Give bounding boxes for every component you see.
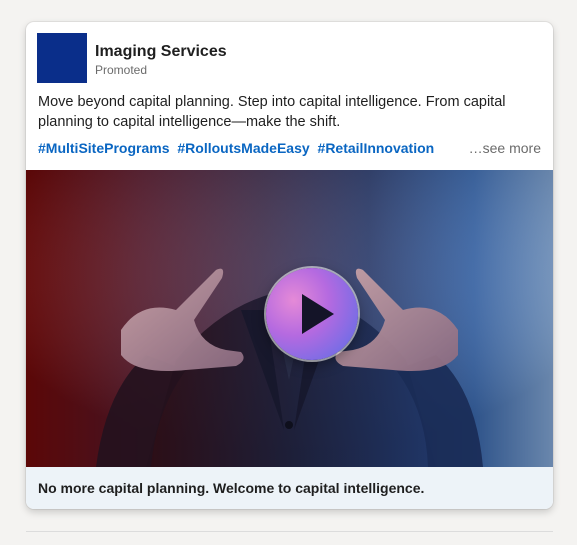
sponsored-post-card: Imaging Services Promoted Move beyond ca…: [26, 22, 553, 509]
video-headline-bar[interactable]: No more capital planning. Welcome to cap…: [26, 467, 553, 509]
video-thumbnail[interactable]: [26, 170, 553, 467]
feed-divider: [26, 531, 553, 532]
post-commentary: Move beyond capital planning. Step into …: [38, 94, 506, 130]
hashtag-multisiteprograms[interactable]: #MultiSitePrograms: [38, 140, 169, 156]
hashtag-row: #MultiSitePrograms #RolloutsMadeEasy #Re…: [38, 138, 541, 158]
promoted-label: Promoted: [95, 63, 148, 77]
feed-page: Imaging Services Promoted Move beyond ca…: [0, 0, 577, 545]
company-logo[interactable]: [37, 33, 87, 83]
header-text: Imaging Services Promoted: [95, 33, 227, 78]
hashtag-retailinnovation[interactable]: #RetailInnovation: [318, 140, 435, 156]
see-more-link[interactable]: …see more: [469, 138, 541, 158]
video-headline: No more capital planning. Welcome to cap…: [38, 480, 425, 496]
hashtag-rolloutsmadeeasy[interactable]: #RolloutsMadeEasy: [177, 140, 309, 156]
play-button[interactable]: [266, 268, 358, 360]
play-icon: [302, 294, 334, 334]
post-header: Imaging Services Promoted: [37, 33, 227, 83]
company-name[interactable]: Imaging Services: [95, 43, 227, 61]
